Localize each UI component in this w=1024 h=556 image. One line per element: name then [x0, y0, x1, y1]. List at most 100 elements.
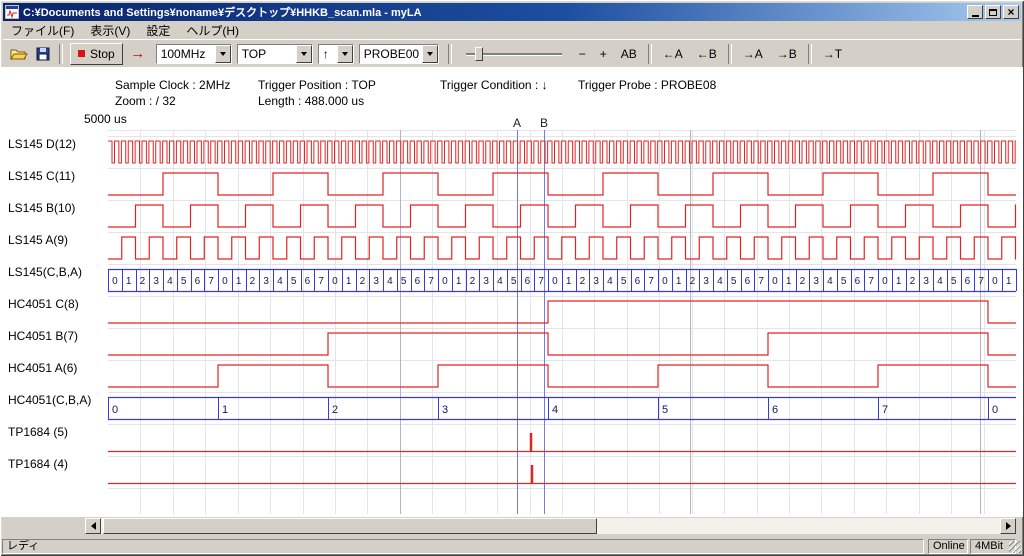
menu-item-settings[interactable]: 設定 — [138, 20, 178, 41]
svg-text:5: 5 — [401, 276, 407, 287]
svg-text:7: 7 — [318, 276, 324, 287]
close-icon: × — [1007, 7, 1014, 17]
app-window: C:¥Documents and Settings¥noname¥デスクトップ¥… — [0, 0, 1024, 556]
svg-text:4: 4 — [387, 276, 393, 287]
svg-text:4: 4 — [717, 276, 723, 287]
minimize-button[interactable] — [967, 5, 983, 19]
resize-grip[interactable] — [1009, 541, 1021, 553]
scroll-left-icon — [87, 522, 96, 530]
menu-item-view[interactable]: 表示(V) — [82, 20, 138, 41]
svg-text:6: 6 — [525, 276, 531, 287]
svg-text:2: 2 — [332, 404, 338, 416]
zoom-in-button[interactable]: + — [593, 44, 614, 64]
scrollbar-track[interactable] — [101, 518, 1000, 534]
svg-text:1: 1 — [126, 276, 132, 287]
svg-text:5: 5 — [662, 404, 668, 416]
run-button[interactable]: → — [126, 43, 150, 65]
scrollbar-thumb[interactable] — [103, 518, 597, 534]
open-folder-icon — [10, 47, 28, 61]
title-bar: C:¥Documents and Settings¥noname¥デスクトップ¥… — [3, 3, 1021, 21]
stop-button[interactable]: Stop — [70, 43, 123, 65]
horizontal-scrollbar[interactable] — [85, 518, 1016, 534]
svg-text:6: 6 — [635, 276, 641, 287]
zoom-out-button[interactable]: − — [572, 44, 593, 64]
scroll-right-icon — [1006, 522, 1015, 530]
maximize-button[interactable] — [985, 5, 1001, 19]
channel-label-0: LS145 D(12) — [8, 136, 76, 152]
svg-text:7: 7 — [208, 276, 214, 287]
next-b-button[interactable]: →B — [770, 44, 804, 64]
svg-text:1: 1 — [566, 276, 572, 287]
svg-text:2: 2 — [250, 276, 256, 287]
svg-text:0: 0 — [882, 276, 888, 287]
combo-trigger-edge[interactable]: ↑ — [318, 44, 354, 64]
toolbar: Stop → 100MHzTOP↑PROBE00 −+AB ←A←B →A→B →T — [3, 39, 1021, 67]
svg-text:0: 0 — [992, 404, 998, 416]
close-button[interactable]: × — [1003, 5, 1019, 19]
svg-text:7: 7 — [882, 404, 888, 416]
svg-text:2: 2 — [910, 276, 916, 287]
svg-text:3: 3 — [923, 276, 929, 287]
menu-item-file[interactable]: ファイル(F) — [3, 20, 82, 41]
svg-text:6: 6 — [195, 276, 201, 287]
combo-sample-clock[interactable]: 100MHz — [156, 44, 232, 64]
svg-text:4: 4 — [497, 276, 503, 287]
sample-clock-info: Sample Clock : 2MHz — [115, 78, 230, 92]
svg-text:7: 7 — [648, 276, 654, 287]
svg-text:7: 7 — [428, 276, 434, 287]
svg-text:3: 3 — [483, 276, 489, 287]
waveform-canvas[interactable]: AB01234567012345670123456701234567012345… — [0, 118, 1024, 516]
svg-text:3: 3 — [373, 276, 379, 287]
zoom-info: Zoom : / 32 — [115, 94, 176, 108]
svg-text:2: 2 — [360, 276, 366, 287]
chevron-down-icon[interactable] — [422, 45, 438, 63]
svg-text:4: 4 — [827, 276, 833, 287]
svg-text:2: 2 — [140, 276, 146, 287]
toolbar-separator — [59, 44, 63, 64]
svg-text:7: 7 — [758, 276, 764, 287]
svg-text:0: 0 — [662, 276, 668, 287]
svg-text:0: 0 — [552, 276, 558, 287]
svg-text:A: A — [513, 118, 521, 130]
svg-text:1: 1 — [896, 276, 902, 287]
svg-text:1: 1 — [236, 276, 242, 287]
save-floppy-icon — [36, 47, 50, 61]
scroll-right-button[interactable] — [1000, 518, 1016, 534]
save-button[interactable] — [31, 43, 55, 65]
zoom-slider-thumb[interactable] — [475, 47, 483, 61]
svg-text:3: 3 — [153, 276, 159, 287]
svg-text:3: 3 — [813, 276, 819, 287]
svg-text:2: 2 — [800, 276, 806, 287]
svg-text:0: 0 — [442, 276, 448, 287]
svg-text:0: 0 — [332, 276, 338, 287]
zoom-slider[interactable] — [466, 44, 562, 64]
next-a-button[interactable]: →A — [736, 44, 770, 64]
svg-text:7: 7 — [538, 276, 544, 287]
svg-text:0: 0 — [772, 276, 778, 287]
ab-span-button[interactable]: AB — [614, 44, 644, 64]
combo-trigger-position[interactable]: TOP — [237, 44, 313, 64]
chevron-down-icon[interactable] — [337, 45, 353, 63]
menu-item-help[interactable]: ヘルプ(H) — [178, 20, 247, 41]
svg-text:5: 5 — [511, 276, 517, 287]
svg-text:1: 1 — [1006, 276, 1012, 287]
open-button[interactable] — [7, 43, 31, 65]
next-trigger-button[interactable]: →T — [816, 44, 849, 64]
channel-label-1: LS145 C(11) — [8, 168, 75, 184]
svg-text:6: 6 — [745, 276, 751, 287]
prev-a-button[interactable]: ←A — [656, 44, 690, 64]
chevron-down-icon[interactable] — [215, 45, 231, 63]
prev-b-button[interactable]: ←B — [690, 44, 724, 64]
chevron-down-icon[interactable] — [296, 45, 312, 63]
combo-probe[interactable]: PROBE00 — [359, 44, 439, 64]
svg-text:B: B — [540, 118, 548, 130]
channel-label-2: LS145 B(10) — [8, 200, 75, 216]
svg-text:0: 0 — [112, 276, 118, 287]
svg-text:0: 0 — [222, 276, 228, 287]
window-title: C:¥Documents and Settings¥noname¥デスクトップ¥… — [23, 4, 965, 20]
app-icon — [5, 5, 19, 19]
menu-bar: ファイル(F)表示(V)設定ヘルプ(H) — [3, 21, 1021, 39]
scroll-left-button[interactable] — [85, 518, 101, 534]
trigger-condition-info: Trigger Condition : ↓ — [440, 78, 548, 92]
channel-label-10: TP1684 (4) — [8, 456, 68, 472]
